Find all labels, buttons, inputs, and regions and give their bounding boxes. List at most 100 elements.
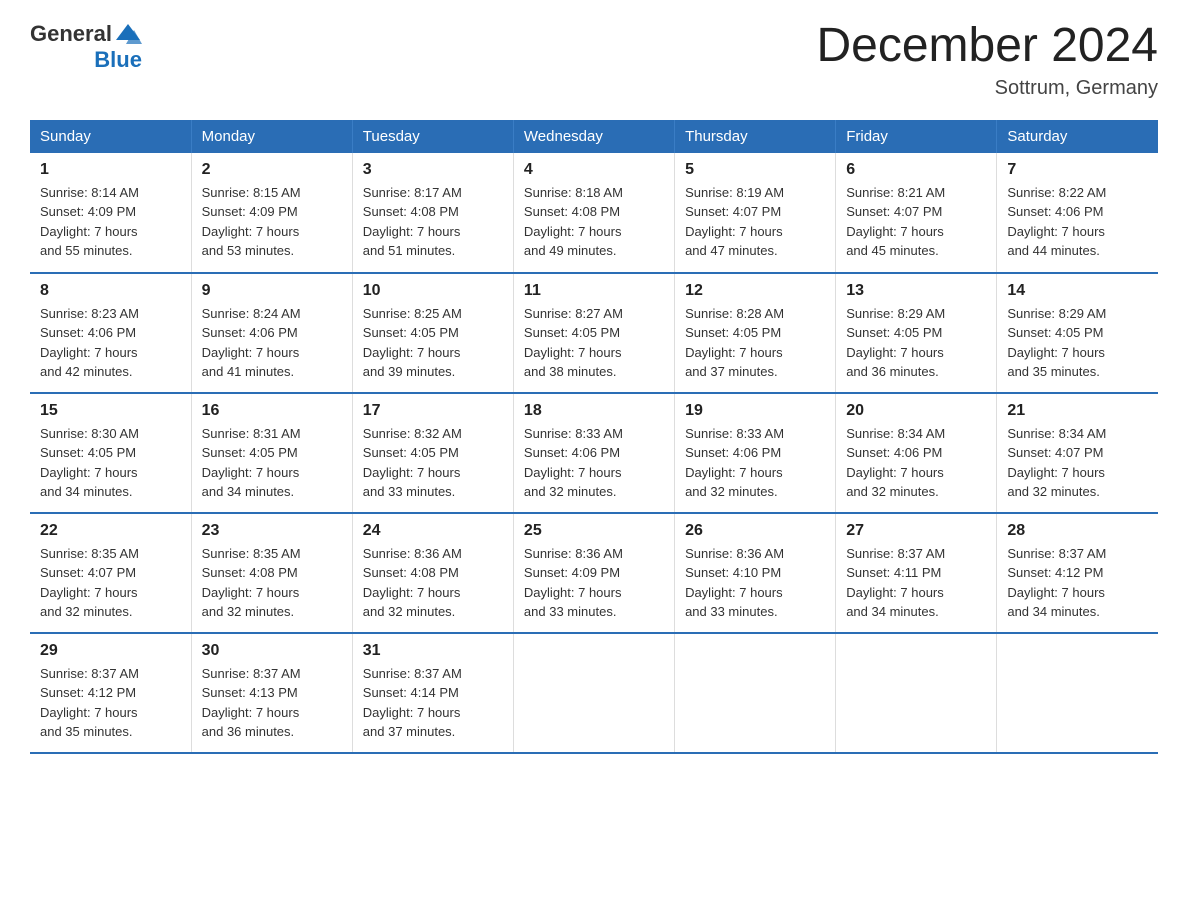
day-cell: 5 Sunrise: 8:19 AM Sunset: 4:07 PM Dayli…: [675, 153, 836, 273]
day-info: Sunrise: 8:37 AM Sunset: 4:12 PM Dayligh…: [1007, 544, 1148, 622]
day-info: Sunrise: 8:22 AM Sunset: 4:06 PM Dayligh…: [1007, 183, 1148, 261]
day-number: 23: [202, 522, 342, 540]
day-cell: 23 Sunrise: 8:35 AM Sunset: 4:08 PM Dayl…: [191, 513, 352, 633]
day-cell: 8 Sunrise: 8:23 AM Sunset: 4:06 PM Dayli…: [30, 273, 191, 393]
day-info: Sunrise: 8:30 AM Sunset: 4:05 PM Dayligh…: [40, 424, 181, 502]
day-info: Sunrise: 8:32 AM Sunset: 4:05 PM Dayligh…: [363, 424, 503, 502]
day-number: 8: [40, 282, 181, 300]
day-number: 25: [524, 522, 664, 540]
day-info: Sunrise: 8:21 AM Sunset: 4:07 PM Dayligh…: [846, 183, 986, 261]
week-row-5: 29 Sunrise: 8:37 AM Sunset: 4:12 PM Dayl…: [30, 633, 1158, 753]
day-cell: 24 Sunrise: 8:36 AM Sunset: 4:08 PM Dayl…: [352, 513, 513, 633]
day-number: 20: [846, 402, 986, 420]
week-row-4: 22 Sunrise: 8:35 AM Sunset: 4:07 PM Dayl…: [30, 513, 1158, 633]
day-number: 21: [1007, 402, 1148, 420]
day-number: 17: [363, 402, 503, 420]
day-cell: 2 Sunrise: 8:15 AM Sunset: 4:09 PM Dayli…: [191, 153, 352, 273]
day-cell: 22 Sunrise: 8:35 AM Sunset: 4:07 PM Dayl…: [30, 513, 191, 633]
day-cell: 1 Sunrise: 8:14 AM Sunset: 4:09 PM Dayli…: [30, 153, 191, 273]
day-number: 27: [846, 522, 986, 540]
day-number: 12: [685, 282, 825, 300]
day-info: Sunrise: 8:33 AM Sunset: 4:06 PM Dayligh…: [524, 424, 664, 502]
day-number: 10: [363, 282, 503, 300]
day-cell: 11 Sunrise: 8:27 AM Sunset: 4:05 PM Dayl…: [513, 273, 674, 393]
week-row-1: 1 Sunrise: 8:14 AM Sunset: 4:09 PM Dayli…: [30, 153, 1158, 273]
header-saturday: Saturday: [997, 120, 1158, 153]
day-cell: 26 Sunrise: 8:36 AM Sunset: 4:10 PM Dayl…: [675, 513, 836, 633]
day-info: Sunrise: 8:34 AM Sunset: 4:07 PM Dayligh…: [1007, 424, 1148, 502]
day-cell: 28 Sunrise: 8:37 AM Sunset: 4:12 PM Dayl…: [997, 513, 1158, 633]
day-info: Sunrise: 8:35 AM Sunset: 4:07 PM Dayligh…: [40, 544, 181, 622]
day-info: Sunrise: 8:15 AM Sunset: 4:09 PM Dayligh…: [202, 183, 342, 261]
day-info: Sunrise: 8:36 AM Sunset: 4:08 PM Dayligh…: [363, 544, 503, 622]
day-cell: 20 Sunrise: 8:34 AM Sunset: 4:06 PM Dayl…: [836, 393, 997, 513]
day-info: Sunrise: 8:29 AM Sunset: 4:05 PM Dayligh…: [1007, 304, 1148, 382]
day-info: Sunrise: 8:37 AM Sunset: 4:11 PM Dayligh…: [846, 544, 986, 622]
day-number: 24: [363, 522, 503, 540]
day-info: Sunrise: 8:17 AM Sunset: 4:08 PM Dayligh…: [363, 183, 503, 261]
day-info: Sunrise: 8:18 AM Sunset: 4:08 PM Dayligh…: [524, 183, 664, 261]
day-number: 7: [1007, 161, 1148, 179]
header-thursday: Thursday: [675, 120, 836, 153]
day-number: 31: [363, 642, 503, 660]
day-cell: [513, 633, 674, 753]
day-info: Sunrise: 8:36 AM Sunset: 4:10 PM Dayligh…: [685, 544, 825, 622]
day-number: 16: [202, 402, 342, 420]
day-info: Sunrise: 8:14 AM Sunset: 4:09 PM Dayligh…: [40, 183, 181, 261]
day-cell: 14 Sunrise: 8:29 AM Sunset: 4:05 PM Dayl…: [997, 273, 1158, 393]
day-info: Sunrise: 8:27 AM Sunset: 4:05 PM Dayligh…: [524, 304, 664, 382]
day-number: 13: [846, 282, 986, 300]
day-number: 18: [524, 402, 664, 420]
month-title: December 2024: [816, 20, 1158, 73]
page-header: General Blue December 2024 Sottrum, Germ…: [30, 20, 1158, 100]
title-block: December 2024 Sottrum, Germany: [816, 20, 1158, 100]
day-info: Sunrise: 8:35 AM Sunset: 4:08 PM Dayligh…: [202, 544, 342, 622]
logo: General Blue: [30, 20, 142, 72]
day-info: Sunrise: 8:25 AM Sunset: 4:05 PM Dayligh…: [363, 304, 503, 382]
day-number: 14: [1007, 282, 1148, 300]
day-cell: 25 Sunrise: 8:36 AM Sunset: 4:09 PM Dayl…: [513, 513, 674, 633]
day-info: Sunrise: 8:37 AM Sunset: 4:12 PM Dayligh…: [40, 664, 181, 742]
day-info: Sunrise: 8:34 AM Sunset: 4:06 PM Dayligh…: [846, 424, 986, 502]
day-cell: 6 Sunrise: 8:21 AM Sunset: 4:07 PM Dayli…: [836, 153, 997, 273]
day-cell: 21 Sunrise: 8:34 AM Sunset: 4:07 PM Dayl…: [997, 393, 1158, 513]
day-cell: [836, 633, 997, 753]
day-number: 5: [685, 161, 825, 179]
day-number: 11: [524, 282, 664, 300]
day-cell: 4 Sunrise: 8:18 AM Sunset: 4:08 PM Dayli…: [513, 153, 674, 273]
day-cell: 12 Sunrise: 8:28 AM Sunset: 4:05 PM Dayl…: [675, 273, 836, 393]
header-friday: Friday: [836, 120, 997, 153]
day-info: Sunrise: 8:29 AM Sunset: 4:05 PM Dayligh…: [846, 304, 986, 382]
day-cell: [675, 633, 836, 753]
day-number: 28: [1007, 522, 1148, 540]
day-number: 6: [846, 161, 986, 179]
day-number: 30: [202, 642, 342, 660]
day-info: Sunrise: 8:24 AM Sunset: 4:06 PM Dayligh…: [202, 304, 342, 382]
day-cell: [997, 633, 1158, 753]
calendar-table: SundayMondayTuesdayWednesdayThursdayFrid…: [30, 120, 1158, 754]
day-number: 15: [40, 402, 181, 420]
day-cell: 27 Sunrise: 8:37 AM Sunset: 4:11 PM Dayl…: [836, 513, 997, 633]
header-tuesday: Tuesday: [352, 120, 513, 153]
day-number: 26: [685, 522, 825, 540]
week-row-2: 8 Sunrise: 8:23 AM Sunset: 4:06 PM Dayli…: [30, 273, 1158, 393]
day-info: Sunrise: 8:23 AM Sunset: 4:06 PM Dayligh…: [40, 304, 181, 382]
day-number: 9: [202, 282, 342, 300]
day-number: 29: [40, 642, 181, 660]
day-info: Sunrise: 8:28 AM Sunset: 4:05 PM Dayligh…: [685, 304, 825, 382]
calendar-header-row: SundayMondayTuesdayWednesdayThursdayFrid…: [30, 120, 1158, 153]
day-cell: 15 Sunrise: 8:30 AM Sunset: 4:05 PM Dayl…: [30, 393, 191, 513]
header-sunday: Sunday: [30, 120, 191, 153]
day-info: Sunrise: 8:37 AM Sunset: 4:14 PM Dayligh…: [363, 664, 503, 742]
day-number: 19: [685, 402, 825, 420]
day-info: Sunrise: 8:31 AM Sunset: 4:05 PM Dayligh…: [202, 424, 342, 502]
day-cell: 29 Sunrise: 8:37 AM Sunset: 4:12 PM Dayl…: [30, 633, 191, 753]
day-number: 4: [524, 161, 664, 179]
day-cell: 17 Sunrise: 8:32 AM Sunset: 4:05 PM Dayl…: [352, 393, 513, 513]
day-number: 3: [363, 161, 503, 179]
day-cell: 13 Sunrise: 8:29 AM Sunset: 4:05 PM Dayl…: [836, 273, 997, 393]
logo-blue-text: Blue: [94, 48, 142, 72]
day-cell: 10 Sunrise: 8:25 AM Sunset: 4:05 PM Dayl…: [352, 273, 513, 393]
week-row-3: 15 Sunrise: 8:30 AM Sunset: 4:05 PM Dayl…: [30, 393, 1158, 513]
logo-icon: [114, 20, 142, 48]
